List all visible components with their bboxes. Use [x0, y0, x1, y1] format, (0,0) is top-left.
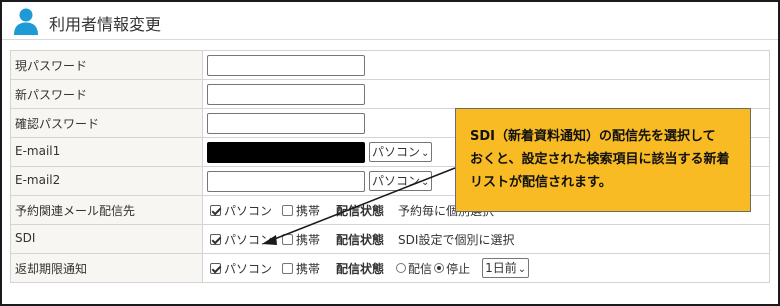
- return-mobile-label: 携帯: [296, 261, 321, 276]
- return-radio-deliver-label: 配信: [408, 261, 433, 276]
- days-before-select[interactable]: 1日前⌄: [482, 258, 530, 278]
- chevron-down-icon: ⌄: [421, 177, 430, 188]
- checkbox-checked-icon: [210, 204, 221, 216]
- checkbox-checked-icon: [210, 262, 221, 274]
- return-radio-stop[interactable]: 停止: [434, 260, 470, 277]
- form-row-return-notice: 返却期限通知 パソコン 携帯 配信状態 配信 停止 1日前⌄: [10, 253, 770, 283]
- confirm-password-input[interactable]: [207, 112, 365, 134]
- sdi-help-callout: SDI（新着資料通知）の配信先を選択して おくと、設定された検索項目に該当する新…: [455, 108, 751, 212]
- new-password-label: 新パスワード: [10, 79, 203, 109]
- checkbox-unchecked-icon: [282, 204, 294, 216]
- email1-input[interactable]: [207, 141, 365, 163]
- return-radio-stop-label: 停止: [446, 261, 471, 276]
- email1-device-value: パソコン: [372, 145, 421, 159]
- sdi-mobile-checkbox[interactable]: 携帯: [282, 231, 320, 248]
- sdi-status-text: SDI設定で個別に選択: [398, 232, 515, 247]
- checkbox-unchecked-icon: [282, 262, 294, 274]
- return-pc-checkbox[interactable]: パソコン: [210, 260, 272, 277]
- email2-input[interactable]: [207, 170, 365, 192]
- new-password-input[interactable]: [207, 83, 365, 105]
- reservation-mobile-label: 携帯: [296, 203, 321, 218]
- sdi-status-label: 配信状態: [336, 232, 385, 247]
- reservation-pc-label: パソコン: [224, 203, 273, 218]
- return-mobile-checkbox[interactable]: 携帯: [282, 260, 320, 277]
- current-password-input[interactable]: [207, 54, 365, 76]
- checkbox-unchecked-icon: [282, 233, 294, 245]
- chevron-down-icon: ⌄: [421, 148, 430, 159]
- current-password-label: 現パスワード: [10, 50, 203, 80]
- email2-device-select[interactable]: パソコン⌄: [369, 171, 433, 191]
- confirm-password-label: 確認パスワード: [10, 108, 203, 138]
- email2-label: E-mail2: [10, 166, 203, 196]
- email1-label: E-mail1: [10, 137, 203, 167]
- sdi-label: SDI: [10, 224, 203, 254]
- page-title: 利用者情報変更: [49, 15, 162, 34]
- page-header: 利用者情報変更: [2, 2, 778, 40]
- sdi-mobile-label: 携帯: [296, 232, 321, 247]
- callout-line-1: SDI（新着資料通知）の配信先を選択して: [470, 129, 716, 144]
- chevron-down-icon: ⌄: [517, 264, 527, 275]
- email2-device-value: パソコン: [372, 174, 421, 188]
- form-row-new-password: 新パスワード: [10, 79, 770, 109]
- return-status-label: 配信状態: [336, 261, 385, 276]
- checkbox-checked-icon: [210, 233, 221, 245]
- reservation-status-label: 配信状態: [336, 203, 385, 218]
- callout-line-2: おくと、設定された検索項目に該当する新着: [470, 152, 730, 167]
- reservation-pc-checkbox[interactable]: パソコン: [210, 202, 272, 219]
- radio-on-icon: [434, 263, 445, 273]
- sdi-pc-checkbox[interactable]: パソコン: [210, 231, 272, 248]
- reservation-mail-label: 予約関連メール配信先: [10, 195, 203, 225]
- user-icon: [14, 8, 38, 35]
- radio-off-icon: [396, 263, 407, 273]
- return-radio-deliver[interactable]: 配信: [396, 260, 432, 277]
- sdi-pc-label: パソコン: [224, 232, 273, 247]
- form-row-current-password: 現パスワード: [10, 50, 770, 80]
- return-pc-label: パソコン: [224, 261, 273, 276]
- return-notice-label: 返却期限通知: [10, 253, 203, 283]
- days-before-value: 1日前: [485, 261, 517, 275]
- email1-device-select[interactable]: パソコン⌄: [369, 142, 433, 162]
- reservation-mobile-checkbox[interactable]: 携帯: [282, 202, 320, 219]
- form-row-sdi: SDI パソコン 携帯 配信状態 SDI設定で個別に選択: [10, 224, 770, 254]
- callout-line-3: リストが配信されます。: [470, 175, 612, 190]
